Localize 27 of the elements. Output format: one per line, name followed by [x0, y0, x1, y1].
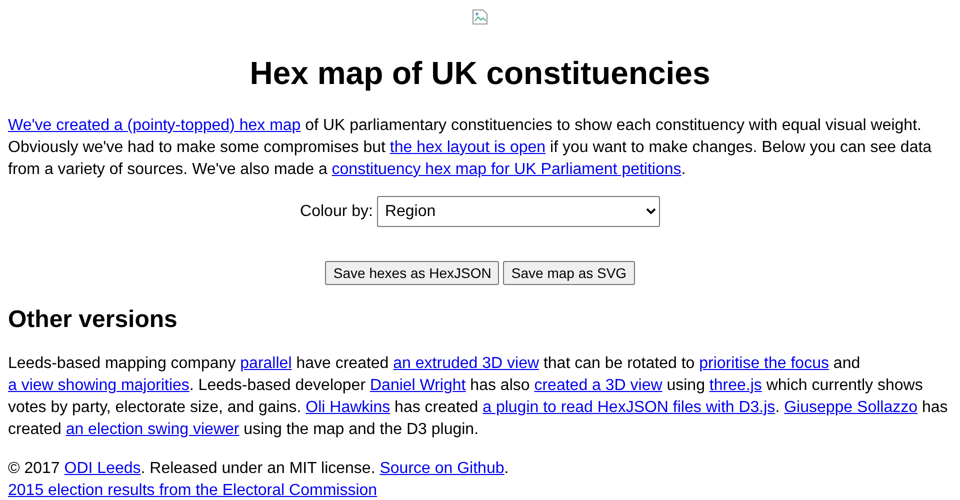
text-link[interactable]: an extruded 3D view: [393, 355, 540, 372]
text-link[interactable]: a plugin to read HexJSON files with D3.js: [482, 399, 776, 416]
text-link[interactable]: prioritise the focus: [699, 355, 829, 372]
text-link[interactable]: created a 3D view: [534, 377, 662, 394]
text-link[interactable]: We've created a (pointy-topped) hex map: [8, 117, 301, 134]
text-link[interactable]: a view showing majorities: [8, 377, 190, 394]
colour-by-label: Colour by:: [300, 202, 373, 220]
text-link[interactable]: ODI Leeds: [64, 460, 141, 477]
intro-paragraph: We've created a (pointy-topped) hex map of UK parliamentary constituencies to show each constituency with equal visual weight. Obviously we've had to make some compromises but the hex layout is open if you want to make changes. Below you can see data from a variety of sources. We've also made a constituency hex map for UK Parliament petitions.: [8, 116, 933, 180]
text-link[interactable]: Giuseppe Sollazzo: [784, 399, 918, 416]
text-link[interactable]: Oli Hawkins: [306, 399, 390, 416]
text-link[interactable]: an election swing viewer: [66, 421, 240, 438]
page-title: Hex map of UK constituencies: [248, 54, 712, 93]
text-link[interactable]: the hex layout is open: [390, 139, 546, 156]
section-heading: Other versions: [8, 305, 178, 335]
text-link[interactable]: Source on Github: [380, 460, 504, 477]
text-link[interactable]: constituency hex map for UK Parliament petitions: [332, 161, 682, 178]
text-link[interactable]: parallel: [240, 355, 292, 372]
text-link[interactable]: Daniel Wright: [370, 377, 466, 394]
save-button[interactable]: Save map as SVG: [503, 261, 635, 285]
text-link[interactable]: 2015 election results from the Electoral Commission: [8, 482, 378, 499]
broken-image-icon: [472, 9, 488, 25]
save-button[interactable]: Save hexes as HexJSON: [325, 261, 500, 285]
other-versions-paragraph: Leeds-based mapping company parallel have created an extruded 3D view that can be rotated to prioritise the focus and a view showing majorities. Leeds-based developer Daniel Wright has also created a 3D view using three.js which currently shows votes by party, electorate size, and gains. Oli Hawkins has created a plugin to read HexJSON files with D3.js. Giuseppe Sollazzo has created an election swing viewer using the map and the D3 plugin.: [8, 354, 949, 440]
text-link[interactable]: three.js: [709, 377, 762, 394]
colour-by-select[interactable]: Region: [376, 196, 660, 227]
footer-text: © 2017 ODI Leeds. Released under an MIT license. Source on Github.: [8, 459, 510, 479]
